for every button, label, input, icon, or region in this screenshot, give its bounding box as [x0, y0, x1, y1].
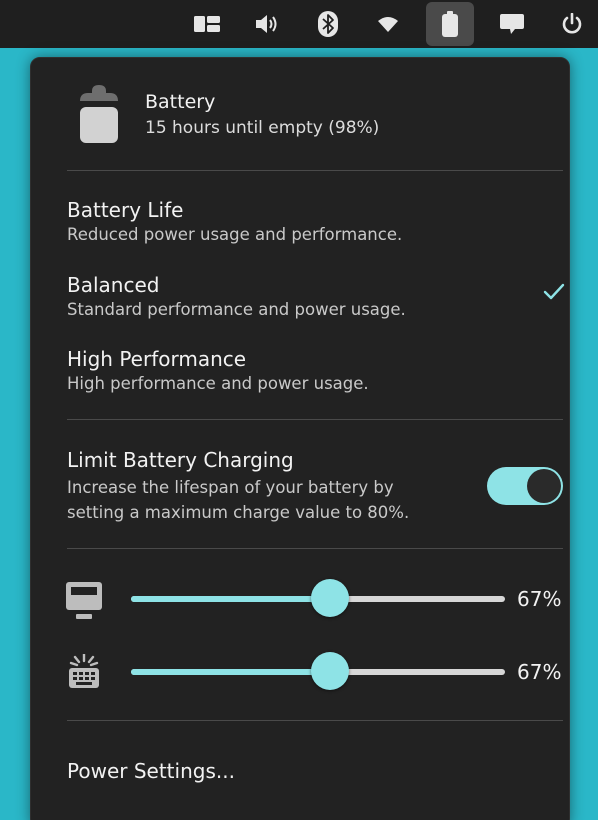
display-brightness-icon — [65, 580, 103, 624]
power-mode-battery-life[interactable]: Battery Life Reduced power usage and per… — [31, 198, 567, 266]
battery-icon — [78, 85, 120, 147]
divider — [67, 170, 563, 171]
battery-popover: Battery 15 hours until empty (98%) Batte… — [30, 57, 570, 820]
power-settings-button[interactable]: Power Settings... — [67, 759, 235, 783]
power-mode-description: Reduced power usage and performance. — [67, 225, 403, 244]
divider — [67, 548, 563, 549]
battery-status: 15 hours until empty (98%) — [145, 118, 380, 138]
power-mode-high-performance[interactable]: High Performance High performance and po… — [31, 347, 567, 415]
top-panel — [0, 0, 598, 48]
notifications-icon[interactable] — [488, 2, 536, 46]
wifi-icon[interactable] — [364, 2, 412, 46]
keyboard-backlight-slider[interactable] — [131, 652, 505, 690]
volume-icon[interactable] — [244, 2, 292, 46]
power-mode-title: High Performance — [67, 347, 247, 371]
divider — [67, 419, 563, 420]
power-mode-title: Balanced — [67, 273, 160, 297]
checkmark-icon — [543, 283, 565, 305]
slider-handle[interactable] — [311, 652, 349, 690]
brightness-slider[interactable] — [131, 579, 505, 617]
slider-fill — [131, 669, 330, 675]
toggle-knob — [527, 469, 561, 503]
window-switcher-icon[interactable] — [183, 2, 231, 46]
bluetooth-icon[interactable] — [304, 2, 352, 46]
battery-title: Battery — [145, 91, 216, 113]
power-mode-description: High performance and power usage. — [67, 374, 369, 393]
keyboard-backlight-icon — [65, 652, 103, 694]
brightness-value: 67% — [517, 587, 562, 611]
keyboard-backlight-value: 67% — [517, 660, 562, 684]
power-icon[interactable] — [548, 2, 596, 46]
divider — [67, 720, 563, 721]
battery-icon[interactable] — [426, 2, 474, 46]
slider-fill — [131, 596, 330, 602]
slider-handle[interactable] — [311, 579, 349, 617]
limit-charging-toggle[interactable] — [487, 467, 563, 505]
power-mode-balanced[interactable]: Balanced Standard performance and power … — [31, 273, 567, 341]
power-mode-title: Battery Life — [67, 198, 184, 222]
limit-charging-description: Increase the lifespan of your battery by… — [67, 478, 410, 522]
power-mode-description: Standard performance and power usage. — [67, 300, 406, 319]
limit-charging-title: Limit Battery Charging — [67, 448, 294, 472]
